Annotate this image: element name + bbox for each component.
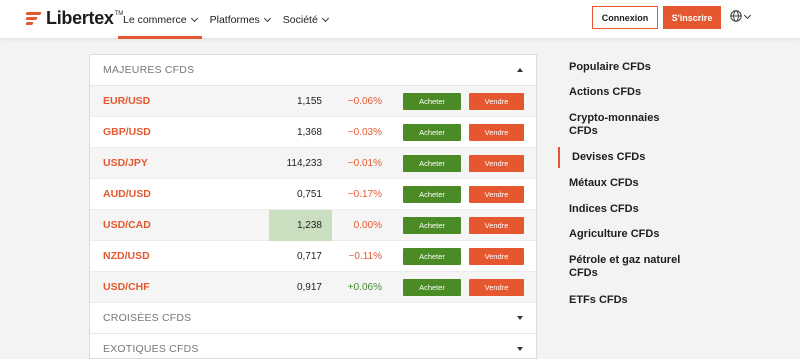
currency-pair[interactable]: GBP/USD xyxy=(103,126,151,138)
sidebar-item[interactable]: Actions CFDs xyxy=(558,86,683,99)
buy-button[interactable]: Acheter xyxy=(403,124,461,141)
price: 1,368 xyxy=(296,126,322,138)
table-row: USD/CHF 0,917 +0.06% Acheter Vendre xyxy=(90,272,536,303)
globe-icon[interactable] xyxy=(730,10,742,22)
buy-button[interactable]: Acheter xyxy=(403,155,461,172)
sell-button[interactable]: Vendre xyxy=(469,217,524,234)
section-title: EXOTIQUES CFDS xyxy=(103,343,199,355)
table-row: USD/CAD 1,238 0.00% Acheter Vendre xyxy=(90,209,536,241)
sell-button[interactable]: Vendre xyxy=(469,279,524,296)
sell-button[interactable]: Vendre xyxy=(469,155,524,172)
caret-down-icon xyxy=(517,316,523,320)
sell-button[interactable]: Vendre xyxy=(469,93,524,110)
section-header-exotiques[interactable]: EXOTIQUES CFDS xyxy=(90,334,536,358)
chevron-down-icon xyxy=(321,14,329,22)
language-chevron-down-icon[interactable] xyxy=(743,11,752,20)
change-percent: −0.03% xyxy=(347,126,382,138)
sidebar-item[interactable]: Agriculture CFDs xyxy=(558,228,683,241)
sidebar-item[interactable]: Métaux CFDs xyxy=(558,177,683,190)
change-percent: −0.17% xyxy=(347,188,382,200)
currency-pair[interactable]: AUD/USD xyxy=(103,188,151,200)
price: 0,751 xyxy=(296,188,322,200)
price: 1,155 xyxy=(296,95,322,107)
nav-platformes[interactable]: Platformes xyxy=(205,0,275,39)
change-percent: −0.11% xyxy=(348,250,382,262)
table-row: USD/JPY 114,233 −0.01% Acheter Vendre xyxy=(90,148,536,179)
buy-button[interactable]: Acheter xyxy=(403,279,461,296)
currency-pair[interactable]: USD/CAD xyxy=(103,219,151,231)
sidebar-item[interactable]: ETFs CFDs xyxy=(558,294,683,307)
logo-mark-icon xyxy=(25,11,42,26)
price: 114,233 xyxy=(286,157,322,169)
currency-pair[interactable]: USD/JPY xyxy=(103,157,148,169)
section-header-majeures[interactable]: MAJEURES CFDS xyxy=(90,55,536,86)
currency-pair[interactable]: USD/CHF xyxy=(103,281,150,293)
change-percent: −0.06% xyxy=(347,95,382,107)
change-percent: 0.00% xyxy=(353,219,382,231)
price: 1,238 xyxy=(269,209,332,241)
nav-societe[interactable]: Société xyxy=(278,0,333,39)
table-row: AUD/USD 0,751 −0.17% Acheter Vendre xyxy=(90,179,536,210)
sidebar-item[interactable]: Indices CFDs xyxy=(558,203,683,216)
buy-button[interactable]: Acheter xyxy=(403,248,461,265)
section-title: CROISÉES CFDS xyxy=(103,312,192,324)
chevron-down-icon xyxy=(190,14,198,22)
caret-up-icon xyxy=(517,68,523,72)
table-row: EUR/USD 1,155 −0.06% Acheter Vendre xyxy=(90,86,536,117)
table-row: GBP/USD 1,368 −0.03% Acheter Vendre xyxy=(90,117,536,148)
site-header: Libertex TM Le commerce Platformes Socié… xyxy=(0,0,800,39)
sidebar-item[interactable]: Crypto-monnaies CFDs xyxy=(558,112,683,138)
markets-panel: MAJEURES CFDS EUR/USD 1,155 −0.06% Acheter V… xyxy=(89,54,537,359)
sell-button[interactable]: Vendre xyxy=(469,186,524,203)
currency-pair[interactable]: NZD/USD xyxy=(103,250,150,262)
currency-pair[interactable]: EUR/USD xyxy=(103,95,150,107)
price: 0,917 xyxy=(296,281,322,293)
price: 0,717 xyxy=(296,250,322,262)
chevron-down-icon xyxy=(263,14,271,22)
sidebar-item[interactable]: Devises CFDs xyxy=(558,147,683,168)
sell-button[interactable]: Vendre xyxy=(469,248,524,265)
sidebar-item[interactable]: Populaire CFDs xyxy=(558,61,683,74)
section-title: MAJEURES CFDS xyxy=(103,64,195,76)
main-nav: Le commerce Platformes Société xyxy=(118,0,336,39)
table-row: NZD/USD 0,717 −0.11% Acheter Vendre xyxy=(90,241,536,272)
change-percent: −0.01% xyxy=(347,157,382,169)
caret-down-icon xyxy=(517,347,523,351)
section-header-croisees[interactable]: CROISÉES CFDS xyxy=(90,303,536,334)
signup-button[interactable]: S'inscrire xyxy=(663,6,721,29)
logo-text: Libertex xyxy=(46,7,114,28)
login-button[interactable]: Connexion xyxy=(592,6,658,29)
buy-button[interactable]: Acheter xyxy=(403,217,461,234)
buy-button[interactable]: Acheter xyxy=(403,186,461,203)
buy-button[interactable]: Acheter xyxy=(403,93,461,110)
sidebar-item[interactable]: Pétrole et gaz naturel CFDs xyxy=(558,254,683,280)
libertex-logo[interactable]: Libertex TM xyxy=(25,7,123,28)
sell-button[interactable]: Vendre xyxy=(469,124,524,141)
nav-label: Platformes xyxy=(209,13,260,26)
markets-table: EUR/USD 1,155 −0.06% Acheter Vendre GBP/USD 1,… xyxy=(90,86,536,303)
nav-label: Société xyxy=(282,13,318,26)
change-percent: +0.06% xyxy=(347,281,382,293)
nav-label: Le commerce xyxy=(123,13,187,26)
nav-le-commerce[interactable]: Le commerce xyxy=(118,0,202,39)
